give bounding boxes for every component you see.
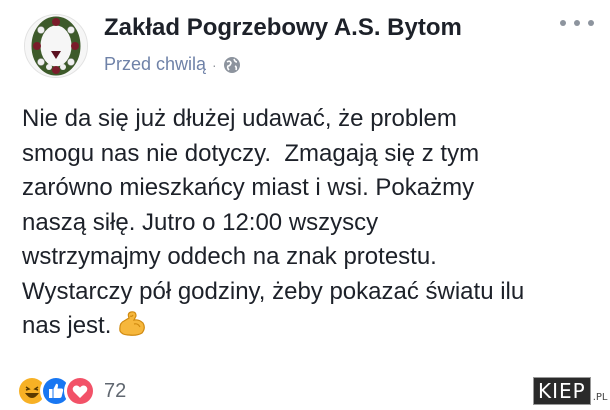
globe-icon [223,56,240,73]
watermark-suffix: .PL [592,392,608,403]
watermark-main: KIEP [533,377,591,405]
kiep-watermark-logo: KIEP .PL [533,377,608,405]
love-icon [64,375,96,407]
facebook-post: Zakład Pogrzebowy A.S. Bytom Przed chwil… [0,0,610,410]
page-name-link[interactable]: Zakład Pogrzebowy A.S. Bytom [104,14,462,42]
flexed-biceps-emoji [119,311,146,336]
more-options-icon[interactable] [560,14,594,32]
separator-dot: · [212,56,217,73]
reactions-bar[interactable]: 72 [16,375,127,407]
reaction-icons [16,375,96,407]
funeral-wreath-icon [25,15,87,77]
post-meta: Przed chwilą · [104,54,241,75]
reaction-count: 72 [104,379,127,402]
post-text: Nie da się już dłużej udawać, że problem… [22,105,525,339]
page-avatar[interactable] [24,14,88,78]
post-body: Nie da się już dłużej udawać, że problem… [22,102,582,344]
post-timestamp[interactable]: Przed chwilą [104,54,206,75]
